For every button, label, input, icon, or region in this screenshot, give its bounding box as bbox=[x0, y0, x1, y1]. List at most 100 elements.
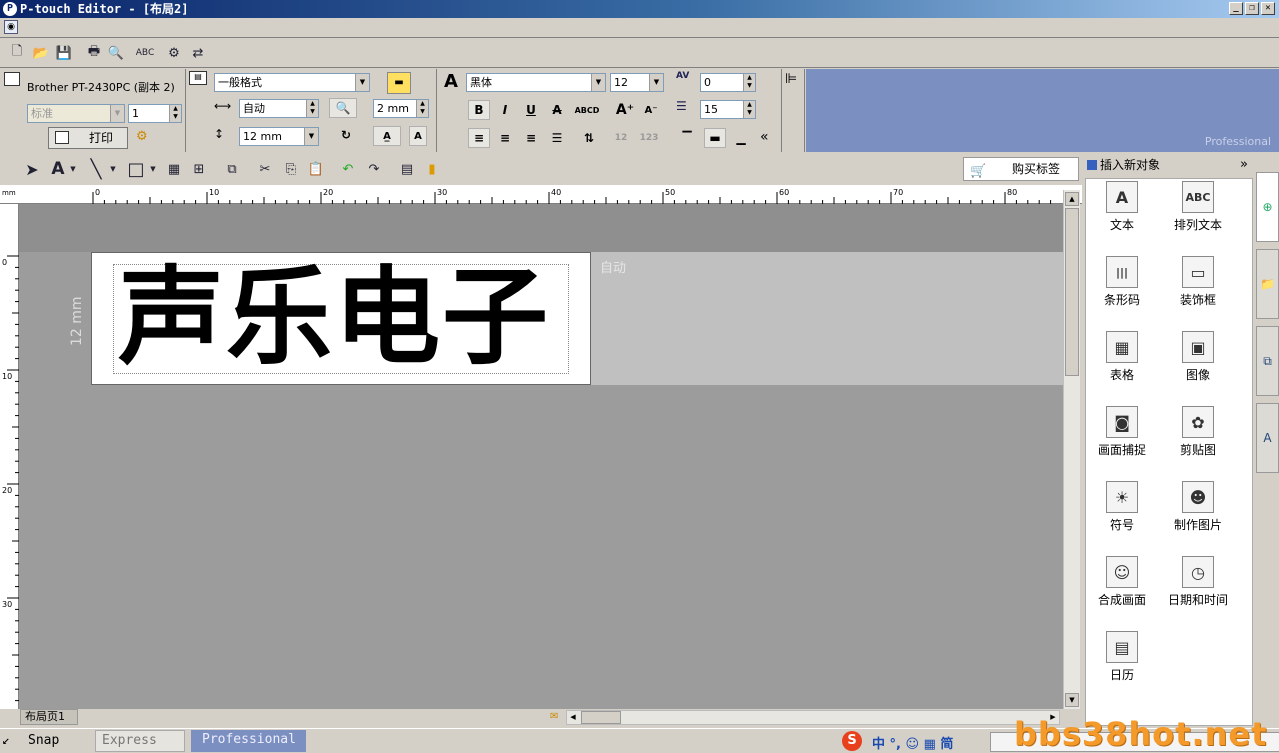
number-icon[interactable]: 12 bbox=[610, 128, 632, 148]
width-select[interactable]: 12 mm ▼ bbox=[239, 127, 319, 146]
layout-tool-icon[interactable]: ⊞ bbox=[189, 159, 209, 179]
insert-item-frame[interactable]: ▭ 装饰框 bbox=[1158, 256, 1238, 308]
length-input[interactable]: 自动 ▲ ▼ bbox=[239, 99, 319, 118]
select-arrow-icon[interactable]: ➤ bbox=[22, 159, 42, 179]
line-tool-dropdown-icon[interactable]: ▼ bbox=[108, 159, 118, 179]
insert-item-make-picture[interactable]: ☻ 制作图片 bbox=[1158, 481, 1238, 533]
undo-icon[interactable]: ↶ bbox=[338, 159, 358, 179]
align-left-icon[interactable]: ≡ bbox=[468, 128, 490, 148]
ime-logo-icon[interactable]: S bbox=[842, 731, 862, 751]
scroll-left-icon[interactable]: ◀ bbox=[567, 711, 579, 724]
scroll-down-icon[interactable]: ▼ bbox=[1065, 693, 1079, 707]
serial-number-icon[interactable]: 123 bbox=[638, 128, 660, 148]
database-icon[interactable]: ⚙ bbox=[164, 43, 184, 63]
open-folder-icon[interactable]: 📂 bbox=[31, 43, 51, 63]
vertical-text-icon[interactable]: A bbox=[409, 126, 427, 146]
insert-item-text[interactable]: A 文本 bbox=[1082, 181, 1162, 233]
redo-icon[interactable]: ↷ bbox=[364, 159, 384, 179]
underline-icon[interactable]: U bbox=[520, 100, 542, 120]
page-tab[interactable]: 布局页1 bbox=[20, 709, 78, 725]
vertical-align-icon[interactable]: ⇅ bbox=[578, 128, 600, 148]
rotate-icon[interactable]: ↻ bbox=[335, 125, 357, 145]
shrink-font-icon[interactable]: A⁻ bbox=[640, 100, 662, 120]
rectangle-dropdown-icon[interactable]: ▼ bbox=[148, 159, 158, 179]
database-cylinder-icon[interactable]: ▮ bbox=[422, 159, 442, 179]
vertical-scrollbar[interactable]: ▲ ▼ bbox=[1063, 190, 1080, 710]
document-icon[interactable]: ◉ bbox=[4, 20, 18, 34]
quality-select[interactable]: 标准 ▼ bbox=[27, 104, 125, 123]
print-icon[interactable]: 🖶 bbox=[84, 43, 104, 63]
transfer-icon[interactable]: ⇄ bbox=[188, 43, 208, 63]
insert-item-image[interactable]: ▣ 图像 bbox=[1158, 331, 1238, 383]
side-tab-insert[interactable]: ⊕ bbox=[1256, 172, 1279, 242]
snap-button[interactable]: ↙ Snap bbox=[0, 730, 95, 752]
bold-icon[interactable]: B bbox=[468, 100, 490, 120]
strikethrough-icon[interactable]: A bbox=[546, 100, 568, 120]
scroll-thumb[interactable] bbox=[1065, 208, 1079, 376]
professional-mode-tab[interactable]: Professional bbox=[191, 730, 306, 752]
print-button[interactable]: 打印 bbox=[48, 127, 128, 149]
label-text[interactable]: 声乐电子 bbox=[118, 253, 550, 383]
save-icon[interactable]: 💾 bbox=[54, 43, 74, 63]
insert-item-clipart[interactable]: ✿ 剪贴图 bbox=[1158, 406, 1238, 458]
side-tab-layout[interactable]: ⧉ bbox=[1256, 326, 1279, 396]
label-preview[interactable]: 声乐电子 bbox=[91, 252, 591, 385]
align-objects-icon[interactable]: ⊫ bbox=[785, 71, 797, 87]
text-tool-dropdown-icon[interactable]: ▼ bbox=[68, 159, 78, 179]
align-center-icon[interactable]: ≡ bbox=[494, 128, 516, 148]
arrange-icon[interactable]: ⧉ bbox=[222, 159, 242, 179]
panel-expand-icon[interactable]: » bbox=[1240, 154, 1248, 176]
insert-item-barcode[interactable]: ||| 条形码 bbox=[1082, 256, 1162, 308]
text-fit-icon[interactable]: ABCD bbox=[575, 100, 600, 120]
express-mode-tab[interactable]: Express bbox=[95, 730, 185, 752]
horizontal-scrollbar[interactable]: ◀ ▶ bbox=[566, 710, 1060, 725]
printer-settings-icon[interactable]: ⚙ bbox=[136, 129, 154, 147]
italic-icon[interactable]: I bbox=[494, 100, 516, 120]
minimize-button[interactable]: _ bbox=[1229, 2, 1243, 15]
valign-top-icon[interactable]: ▔ bbox=[676, 128, 698, 148]
buy-labels-button[interactable]: 🛒 购买标签 bbox=[963, 157, 1079, 181]
hscroll-thumb[interactable] bbox=[581, 711, 621, 724]
side-tab-text[interactable]: A bbox=[1256, 403, 1279, 473]
new-file-icon[interactable]: 🗋 bbox=[7, 43, 27, 63]
copy-icon[interactable]: ⎘ bbox=[281, 159, 301, 179]
font-name-select[interactable]: 黑体 ▼ bbox=[466, 73, 606, 92]
text-frame-icon[interactable]: A̲ bbox=[373, 126, 401, 146]
insert-item-table[interactable]: ▦ 表格 bbox=[1082, 331, 1162, 383]
char-spacing-input[interactable]: 0 ▲ ▼ bbox=[700, 73, 756, 92]
spellcheck-icon[interactable]: ABC bbox=[135, 43, 155, 63]
margin-input[interactable]: 2 mm ▲ ▼ bbox=[373, 99, 429, 118]
format-select[interactable]: 一般格式 ▼ bbox=[214, 73, 370, 92]
insert-item-calendar[interactable]: ▤ 日历 bbox=[1082, 631, 1162, 683]
side-tab-folder[interactable]: 📁 bbox=[1256, 249, 1279, 319]
insert-item-composite[interactable]: ☺ 合成画面 bbox=[1082, 556, 1162, 608]
align-right-icon[interactable]: ≡ bbox=[520, 128, 542, 148]
insert-item-screen-capture[interactable]: ◙ 画面捕捉 bbox=[1082, 406, 1162, 458]
text-object-frame[interactable]: 声乐电子 bbox=[113, 256, 569, 379]
justify-icon[interactable]: ☰ bbox=[546, 128, 568, 148]
editing-canvas[interactable]: 自动 12 mm 声乐电子 bbox=[19, 204, 1063, 709]
insert-item-arranged-text[interactable]: ABC 排列文本 bbox=[1158, 181, 1238, 233]
copies-input[interactable]: 1 ▲ ▼ bbox=[128, 104, 182, 123]
scroll-up-icon[interactable]: ▲ bbox=[1065, 192, 1079, 206]
text-tool-icon[interactable]: A bbox=[48, 159, 68, 179]
collapse-chevron-icon[interactable]: « bbox=[760, 129, 769, 145]
rectangle-tool-icon[interactable]: □ bbox=[126, 159, 146, 180]
line-spacing-input[interactable]: 15 ▲ ▼ bbox=[700, 100, 756, 119]
zoom-fit-icon[interactable]: 🔍 bbox=[329, 98, 357, 118]
insert-item-clock[interactable]: ◷ 日期和时间 bbox=[1158, 556, 1238, 608]
properties-icon[interactable]: ▤ bbox=[397, 159, 417, 179]
cut-icon[interactable]: ✂ bbox=[255, 159, 275, 179]
ime-status[interactable]: 中 °, ☺ ▦ 简 bbox=[872, 733, 953, 752]
print-preview-icon[interactable]: 🔍 bbox=[106, 43, 126, 63]
paste-icon[interactable]: 📋 bbox=[306, 159, 326, 179]
grow-font-icon[interactable]: A⁺ bbox=[614, 100, 636, 120]
font-size-select[interactable]: 12 ▼ bbox=[610, 73, 664, 92]
valign-bottom-icon[interactable]: ▁ bbox=[730, 128, 752, 148]
valign-middle-icon[interactable]: ▬ bbox=[704, 128, 726, 148]
table-tool-icon[interactable]: ▦ bbox=[164, 159, 184, 179]
close-button[interactable]: ✕ bbox=[1261, 2, 1275, 15]
line-tool-icon[interactable]: ╲ bbox=[86, 159, 106, 180]
insert-item-symbol[interactable]: ☀ 符号 bbox=[1082, 481, 1162, 533]
restore-button[interactable]: ❐ bbox=[1245, 2, 1259, 15]
